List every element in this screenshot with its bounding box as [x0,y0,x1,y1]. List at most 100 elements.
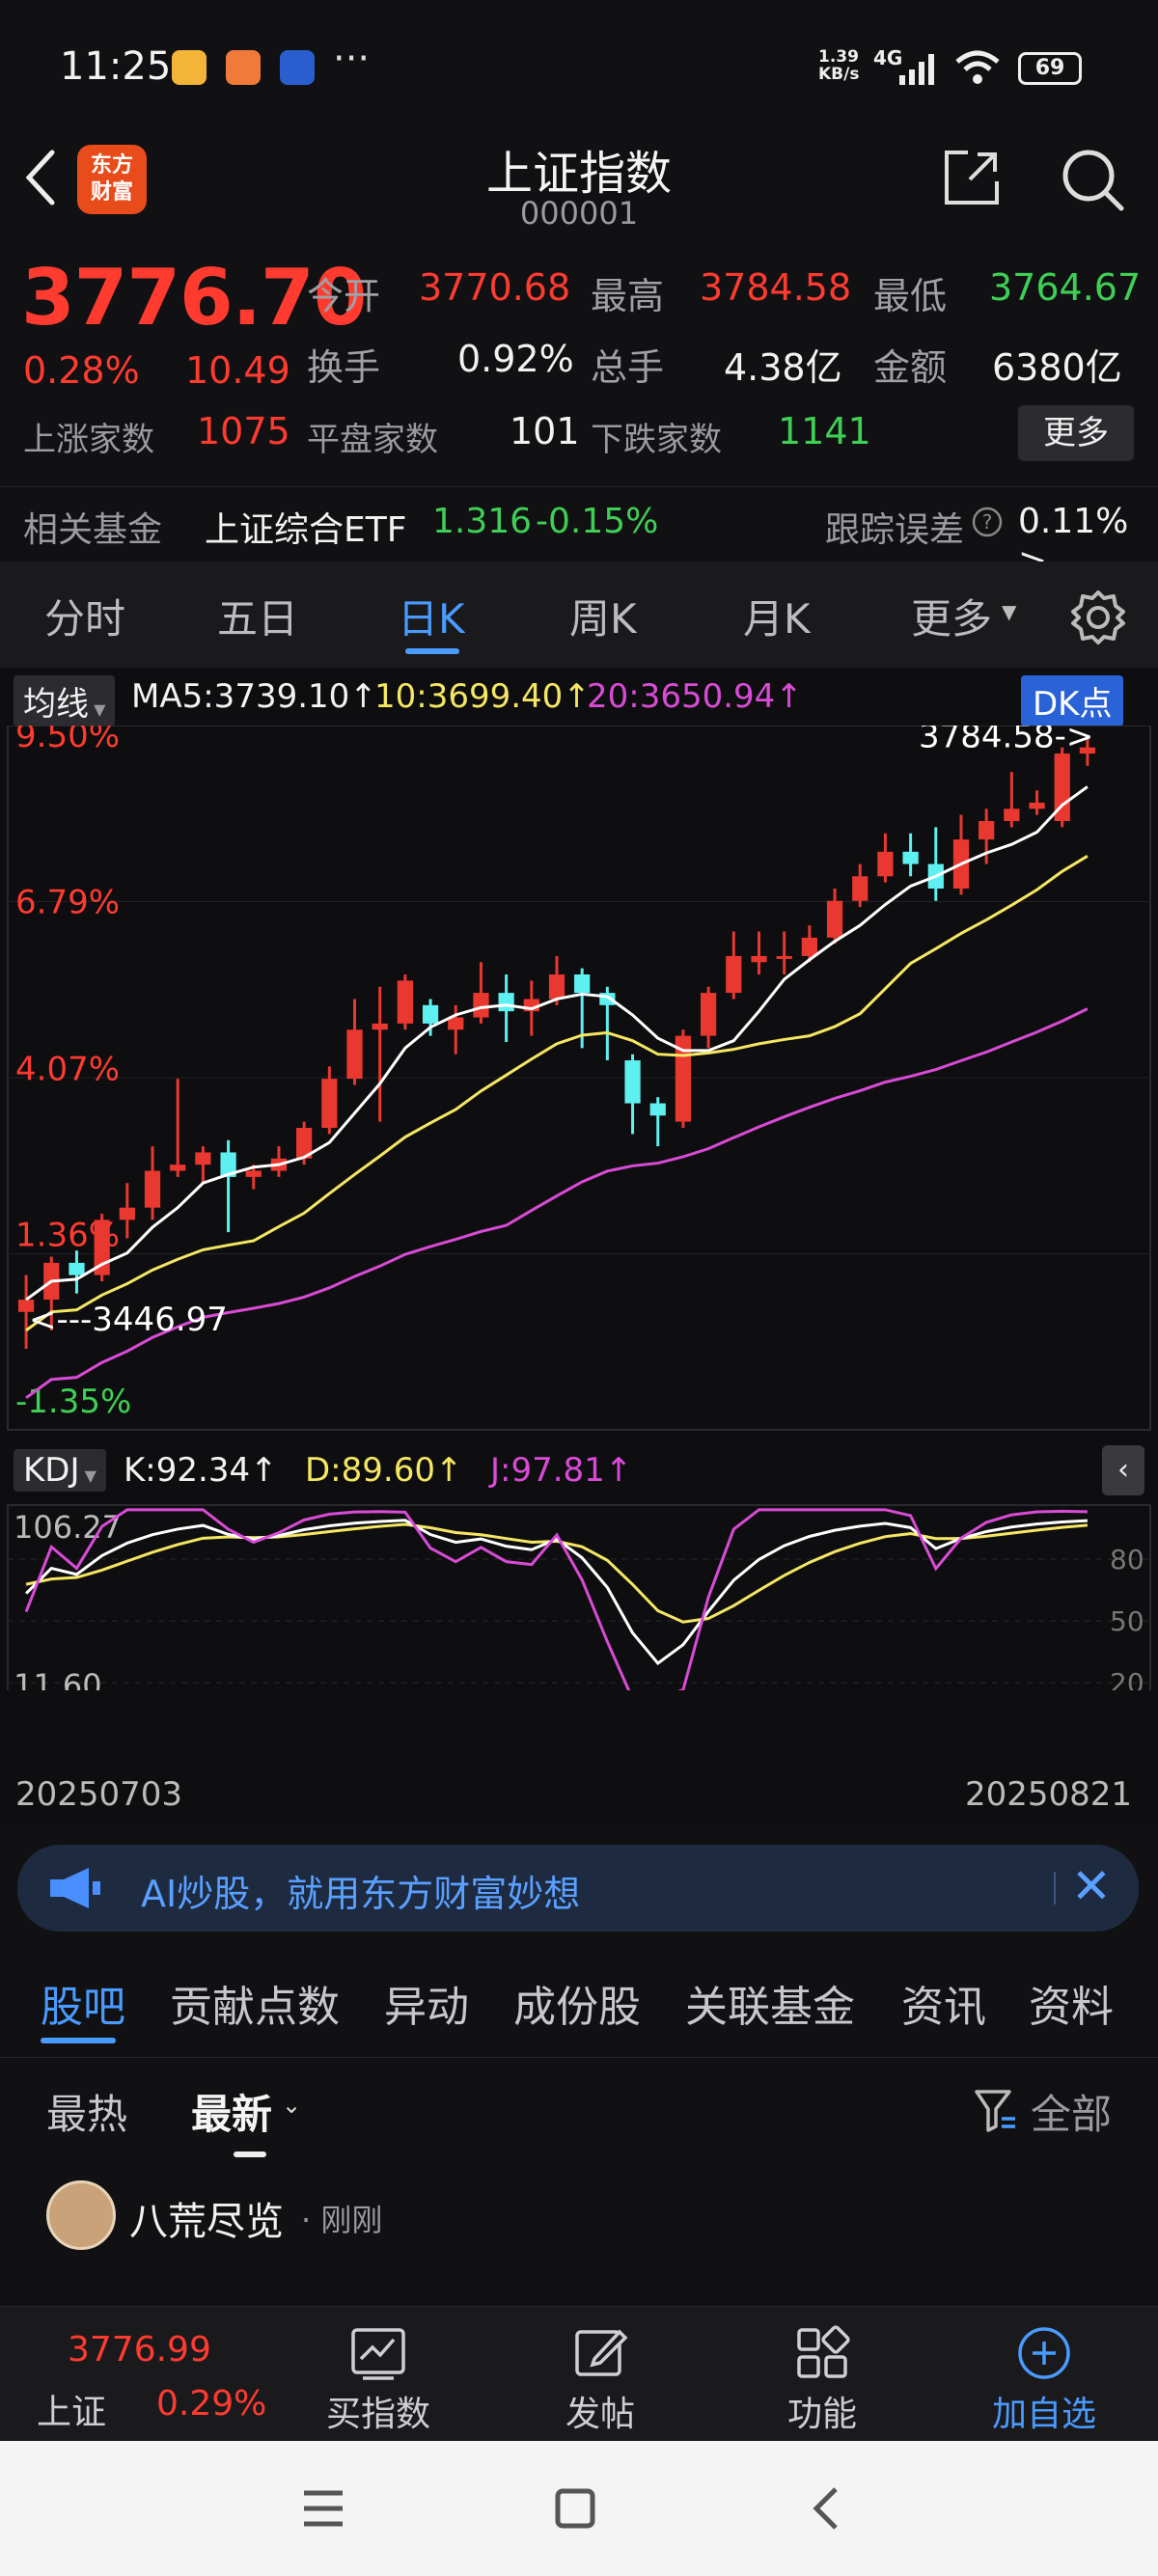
tab-movers[interactable]: 异动 [384,1972,469,2034]
chevron-down-icon: ▼ [1002,600,1017,623]
more-notifications-icon: ··· [333,37,371,81]
ma10-value: 10:3699.40↑ [374,677,591,716]
post-author[interactable]: 八荒尽览 [129,2190,284,2246]
flat-count: 101 [510,410,580,452]
kdj-selector-label: KDJ [23,1451,80,1490]
tab-forum[interactable]: 股吧 [41,1972,125,2034]
index-name: 上证 [37,2393,107,2432]
add-watchlist-button[interactable]: 加自选 [977,2307,1112,2442]
ma10-line [25,854,1089,1332]
tab-profile[interactable]: 资料 [1029,1972,1114,2034]
sort-new[interactable]: 最新 [191,2082,272,2141]
chevron-down-icon: ⌄ [282,2092,302,2119]
ad-banner[interactable]: AI炒股，就用东方财富妙想 ✕ [17,1845,1139,1932]
candle-body [69,1262,85,1275]
home-icon[interactable] [554,2487,596,2530]
sort-hot[interactable]: 最热 [46,2082,127,2141]
fund-change: -0.15% [536,502,659,541]
post-time: · 刚刚 [301,2202,383,2238]
candle-body [195,1152,211,1165]
flat-count-label: 平盘家数 [307,421,438,459]
kdj-k-value: K:92.34↑ [124,1451,278,1490]
tab-contribution[interactable]: 贡献点数 [170,1972,340,2034]
quote-panel: 3776.70 0.28% 10.49 上涨家数 1075 今开 3770.68… [0,241,1158,581]
divider [0,486,1158,487]
menu-icon[interactable] [301,2489,345,2528]
turnover-label: 换手 [307,346,381,389]
clock: 11:25 [60,44,172,89]
post-button[interactable]: 发帖 [533,2307,668,2442]
edit-icon [575,2329,628,2376]
active-tab-indicator [41,2038,116,2043]
volume-value: 4.38亿 [724,346,842,389]
kdj-j-value: J:97.81↑ [490,1451,633,1490]
y-axis-label: -1.35% [15,1383,131,1421]
post-label: 发帖 [565,2395,635,2434]
candle-body [751,955,767,963]
svg-text:?: ? [982,510,993,534]
kline-chart[interactable]: 均线 ▼ MA5:3739.10↑ 10:3699.40↑ 20:3650.94… [0,668,1158,1825]
candle-body [346,1029,363,1080]
share-icon[interactable] [941,147,1003,208]
buy-index-button[interactable]: 买指数 [311,2307,446,2442]
battery-indicator: 69 [1018,52,1082,85]
divider [0,2057,1158,2058]
functions-label: 功能 [786,2395,857,2434]
tab-news[interactable]: 资讯 [901,1972,986,2034]
candle-body [624,1060,641,1104]
up-count-label: 上涨家数 [23,421,154,459]
candle-body [473,993,489,1018]
kdj-selector[interactable]: KDJ ▼ [14,1449,106,1492]
tab-more[interactable]: 更多 [911,587,992,645]
candle-body [1004,808,1020,822]
fund-label: 相关基金 [23,510,163,550]
turnover-value: 0.92% [457,338,574,380]
ma5-value: MA5:3739.10↑ [131,677,377,716]
ma-selector[interactable]: 均线 ▼ [14,675,116,726]
header: 东方 财富 上证指数 000001 [0,135,1158,241]
active-sort-indicator [234,2151,266,2157]
volume-label: 总手 [591,346,665,389]
filter-all[interactable]: 全部 [1031,2082,1112,2141]
tab-weekly-k[interactable]: 周K [569,587,637,645]
kdj-ref-label: 50 [1110,1605,1144,1637]
signal-icon [899,54,934,85]
x-axis-end: 20250821 [965,1775,1133,1814]
add-icon [1018,2327,1070,2379]
tab-daily-k[interactable]: 日K [398,587,465,645]
candle-body [979,821,995,840]
more-button[interactable]: 更多 [1018,405,1134,461]
dk-point-button[interactable]: DK点 [1021,675,1124,726]
tab-monthly-k[interactable]: 月K [743,587,811,645]
tab-related-funds[interactable]: 关联基金 [685,1972,855,2034]
amount-value: 6380亿 [992,346,1122,389]
back-nav-icon[interactable] [809,2485,843,2532]
network-speed: 1.39 KB/s [818,47,860,84]
candle-body [726,955,742,994]
search-icon[interactable] [1060,147,1127,214]
index-change-pct: 0.29% [156,2384,267,2424]
bottom-toolbar: 3776.99 上证 0.29% 买指数 发帖 功能 加自选 [0,2306,1158,2441]
tab-intraday[interactable]: 分时 [44,587,125,645]
fund-name[interactable]: 上证综合ETF [205,502,406,552]
candle-body [700,993,717,1036]
chart-icon [351,2328,405,2380]
functions-button[interactable]: 功能 [755,2307,890,2442]
post-item[interactable]: 八荒尽览 · 刚刚 [0,2180,1158,2296]
fund-price: 1.316 [432,502,533,541]
kdj-d-value: D:89.60↑ [305,1451,463,1490]
tab-constituents[interactable]: 成份股 [513,1972,641,2034]
x-axis-start: 20250703 [15,1775,183,1814]
filter-icon[interactable] [973,2088,1017,2134]
y-axis-label: 9.50% [15,726,120,755]
tab-five-day[interactable]: 五日 [217,587,298,645]
tracking-error-label: 跟踪误差 [825,510,965,550]
help-icon[interactable]: ? [971,506,1004,538]
collapse-panel-button[interactable]: ‹ [1102,1445,1144,1495]
candle-body [1029,802,1045,809]
avatar[interactable] [46,2180,116,2250]
settings-icon[interactable] [1069,589,1127,646]
candle-body [448,1017,464,1030]
close-icon[interactable]: ✕ [1071,1858,1112,1914]
candle-body [574,974,591,994]
